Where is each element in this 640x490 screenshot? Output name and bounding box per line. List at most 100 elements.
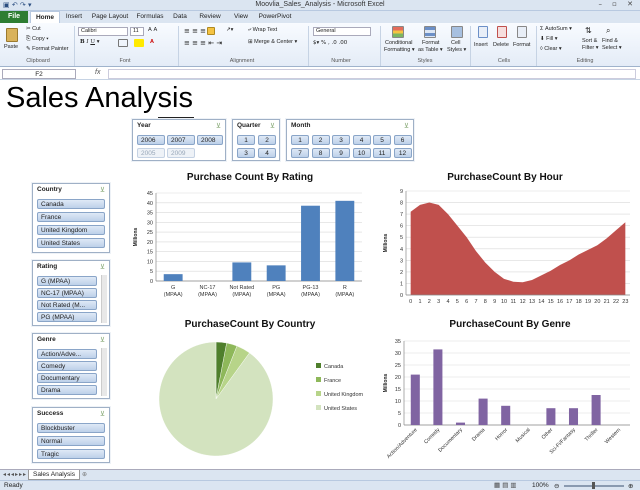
- slicer-item[interactable]: Documentary: [37, 373, 97, 383]
- slicer-item[interactable]: Drama: [37, 385, 97, 395]
- insert-cells-icon[interactable]: [478, 26, 488, 38]
- tab-home[interactable]: Home: [30, 11, 60, 23]
- format-as-table-button[interactable]: Format: [422, 40, 439, 46]
- slicer-item[interactable]: 2009: [167, 148, 195, 158]
- tab-powerpivot[interactable]: PowerPivot: [256, 11, 294, 23]
- sheet-nav-arrows[interactable]: ◂◂◂▸▸▸: [3, 471, 27, 478]
- slicer-item[interactable]: 2: [258, 135, 276, 145]
- slicer-item[interactable]: 5: [373, 135, 391, 145]
- format-cells-button[interactable]: Format: [513, 42, 530, 48]
- slicer-item[interactable]: 2007: [167, 135, 195, 145]
- merge-center-button[interactable]: ⊞ Merge & Center ▾: [248, 39, 297, 45]
- conditional-formatting-button[interactable]: Conditional: [385, 40, 413, 46]
- slicer-item[interactable]: Action/Adve...: [37, 349, 97, 359]
- slicer-item[interactable]: 2: [311, 135, 330, 145]
- font-color-icon[interactable]: A: [150, 39, 154, 45]
- sheet-tab-sales-analysis[interactable]: Sales Analysis: [28, 470, 80, 480]
- tab-review[interactable]: Review: [196, 11, 224, 23]
- slicer-item[interactable]: 2005: [137, 148, 165, 158]
- copy-button[interactable]: ⎘ Copy ▾: [26, 36, 49, 43]
- insert-cells-button[interactable]: Insert: [474, 42, 488, 48]
- borders-icon[interactable]: [118, 39, 128, 47]
- slicer-item[interactable]: G (MPAA): [37, 276, 97, 286]
- slicer-item[interactable]: 3: [332, 135, 350, 145]
- clear-filter-icon[interactable]: ⊻: [100, 410, 105, 418]
- fill-button[interactable]: ⬇ Fill ▾: [540, 36, 557, 42]
- slicer-item[interactable]: 9: [332, 148, 350, 158]
- zoom-in-icon[interactable]: ⊕: [628, 482, 633, 490]
- slicer-item[interactable]: Normal: [37, 436, 105, 446]
- clear-filter-icon[interactable]: ⊻: [404, 122, 409, 130]
- slicer-item[interactable]: 4: [258, 148, 276, 158]
- slicer-item[interactable]: 11: [373, 148, 391, 158]
- slicer-item[interactable]: Canada: [37, 199, 105, 209]
- format-painter-button[interactable]: ✎ Format Painter: [26, 46, 69, 52]
- slicer-item[interactable]: 2008: [197, 135, 223, 145]
- clear-filter-icon[interactable]: ⊻: [216, 122, 221, 130]
- find-select-button[interactable]: Find &: [602, 38, 618, 44]
- name-box[interactable]: F2: [2, 69, 76, 79]
- clear-filter-icon[interactable]: ⊻: [270, 122, 275, 130]
- font-grow-shrink[interactable]: A A: [148, 27, 157, 33]
- find-select-icon[interactable]: ⌕: [606, 26, 610, 36]
- cell-styles-icon[interactable]: [451, 26, 463, 38]
- slicer-item[interactable]: 1: [291, 135, 309, 145]
- zoom-level[interactable]: 100%: [532, 482, 549, 489]
- vertical-align-icons[interactable]: ≡ ≡ ≡: [184, 27, 206, 35]
- tab-view[interactable]: View: [230, 11, 252, 23]
- tab-page-layout[interactable]: Page Layout: [90, 11, 130, 23]
- clear-filter-icon[interactable]: ⊻: [100, 186, 105, 194]
- slicer-item[interactable]: 3: [237, 148, 255, 158]
- cell-styles-button[interactable]: Cell: [451, 40, 460, 46]
- tab-formulas[interactable]: Formulas: [134, 11, 166, 23]
- clear-filter-icon[interactable]: ⊻: [100, 263, 105, 271]
- worksheet[interactable]: Sales Analysis Year ⊻ 2006 2007 2008 200…: [0, 81, 640, 468]
- sort-filter-button[interactable]: Sort &: [582, 38, 597, 44]
- slicer-item[interactable]: 7: [291, 148, 309, 158]
- slicer-item[interactable]: 1: [237, 135, 255, 145]
- clear-button[interactable]: ◊ Clear ▾: [540, 46, 562, 52]
- slicer-item[interactable]: NC-17 (MPAA): [37, 288, 97, 298]
- slicer-item[interactable]: 10: [352, 148, 371, 158]
- clear-filter-icon[interactable]: ⊻: [100, 336, 105, 344]
- font-size-select[interactable]: 11: [130, 27, 144, 36]
- paste-icon[interactable]: [6, 28, 18, 42]
- horizontal-align-icons[interactable]: ≡ ≡ ≡ ⇤ ⇥: [184, 39, 222, 47]
- slicer-item[interactable]: Comedy: [37, 361, 97, 371]
- zoom-out-icon[interactable]: ⊖: [554, 482, 559, 490]
- zoom-slider-thumb[interactable]: [592, 482, 595, 489]
- delete-cells-button[interactable]: Delete: [493, 42, 509, 48]
- slicer-item[interactable]: United Kingdom: [37, 225, 105, 235]
- bottom-align-icon[interactable]: [207, 27, 215, 35]
- bold-italic-underline[interactable]: B I U ▾: [80, 39, 100, 45]
- format-cells-icon[interactable]: [517, 26, 527, 38]
- slicer-item[interactable]: 12: [393, 148, 412, 158]
- slicer-item[interactable]: Not Rated (M...: [37, 300, 97, 310]
- fill-color-icon[interactable]: [134, 39, 144, 47]
- tab-insert[interactable]: Insert: [62, 11, 86, 23]
- chart-hour[interactable]: 0123456789Millions0 1 2 3 4 5 6 7 8 9 10 11 12 13 14 15…: [380, 185, 635, 313]
- fx-icon[interactable]: fx: [95, 69, 100, 76]
- autosum-button[interactable]: Σ AutoSum ▾: [540, 26, 572, 32]
- number-format-icons[interactable]: $▾ % , .0 .00: [313, 40, 347, 46]
- wrap-text-button[interactable]: ⤶ Wrap Text: [248, 27, 277, 34]
- slicer-item[interactable]: Tragic: [37, 449, 105, 459]
- chart-genre[interactable]: 0 5 10 15 20 25 30 35 Millions Action/Adventure Co…: [380, 333, 635, 465]
- conditional-formatting-icon[interactable]: [392, 26, 404, 38]
- number-format-select[interactable]: General: [313, 27, 371, 36]
- format-as-table-icon[interactable]: [424, 26, 436, 38]
- tab-data[interactable]: Data: [170, 11, 190, 23]
- slicer-item[interactable]: 4: [352, 135, 371, 145]
- orientation-icon[interactable]: ↗▾: [226, 27, 233, 33]
- slicer-item[interactable]: 2006: [137, 135, 165, 145]
- view-mode-icons[interactable]: ▦ ▤ ▥: [494, 481, 517, 489]
- cut-button[interactable]: ✂ Cut: [26, 26, 41, 32]
- slicer-scrollbar[interactable]: [101, 348, 107, 396]
- slicer-item[interactable]: France: [37, 212, 105, 222]
- file-tab[interactable]: File: [0, 11, 28, 23]
- font-name-select[interactable]: Calibri: [78, 27, 128, 36]
- sort-filter-icon[interactable]: ⇅: [585, 26, 592, 35]
- slicer-scrollbar[interactable]: [101, 275, 107, 323]
- chart-country[interactable]: Canada France United Kingdom United States: [150, 333, 380, 463]
- slicer-item[interactable]: Blockbuster: [37, 423, 105, 433]
